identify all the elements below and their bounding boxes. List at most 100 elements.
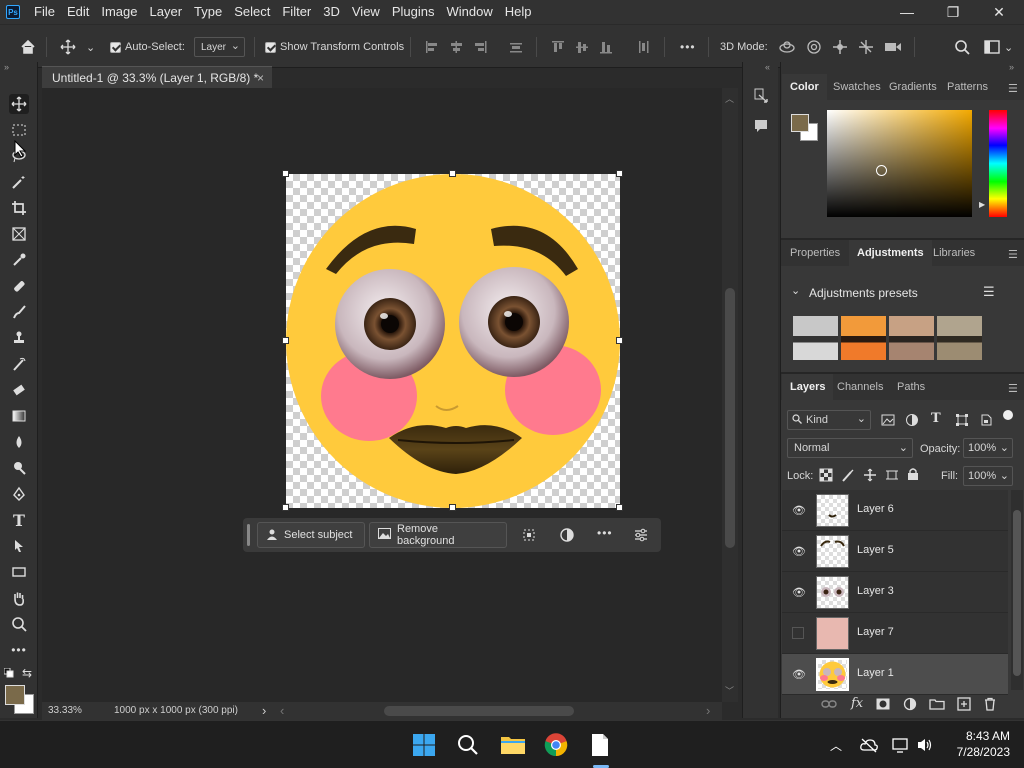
eye-icon[interactable]: 👁: [792, 504, 806, 517]
brush-tool-icon[interactable]: [9, 302, 29, 322]
comments-panel-icon[interactable]: [753, 118, 769, 137]
eraser-tool-icon[interactable]: [9, 380, 29, 400]
filter-smart-object-icon[interactable]: [979, 413, 993, 430]
menu-edit[interactable]: Edit: [61, 0, 95, 24]
align-left-icon[interactable]: [424, 39, 440, 55]
scroll-down-icon[interactable]: ﹀: [725, 684, 734, 697]
list-view-icon[interactable]: ☰: [983, 284, 995, 300]
align-center-icon[interactable]: [448, 39, 464, 55]
eye-icon[interactable]: 👁: [792, 668, 806, 681]
notepad-icon[interactable]: [590, 733, 612, 757]
document-info[interactable]: 1000 px x 1000 px (300 ppi): [114, 705, 238, 716]
layer-row-7[interactable]: Layer 7: [782, 613, 1008, 654]
panel-foreground-swatch[interactable]: [791, 114, 809, 132]
crop-tool-icon[interactable]: [9, 198, 29, 218]
layer-style-button[interactable]: fx: [851, 696, 863, 711]
transform-handle-tl[interactable]: [282, 170, 289, 177]
zoom-level[interactable]: 33.33%: [48, 705, 82, 716]
show-transform-checkbox[interactable]: Show Transform Controls: [265, 25, 404, 69]
preset-thumbnail-faded[interactable]: [889, 316, 934, 360]
workspace-icon[interactable]: [984, 39, 1000, 55]
auto-select-checkbox[interactable]: Auto-Select:: [110, 25, 185, 69]
blur-tool-icon[interactable]: [9, 432, 29, 452]
history-brush-tool-icon[interactable]: [9, 354, 29, 374]
color-field[interactable]: [827, 110, 972, 217]
menu-image[interactable]: Image: [95, 0, 143, 24]
menu-view[interactable]: View: [346, 0, 386, 24]
minimize-button[interactable]: —: [884, 0, 930, 24]
hue-slider[interactable]: [989, 110, 1007, 217]
preset-thumbnail-bw[interactable]: [793, 316, 838, 360]
link-layers-icon[interactable]: [821, 698, 837, 713]
layers-scrollbar[interactable]: [1011, 490, 1023, 690]
chevron-down-icon[interactable]: ⌄: [791, 284, 800, 297]
clock-time[interactable]: 8:43 AM: [946, 729, 1010, 743]
filter-toggle[interactable]: [1003, 410, 1013, 420]
blend-mode-dropdown[interactable]: Normal ⌄: [787, 438, 913, 458]
close-window-button[interactable]: ✕: [976, 0, 1022, 24]
menu-help[interactable]: Help: [499, 0, 538, 24]
tab-patterns[interactable]: Patterns: [939, 74, 996, 100]
drag-handle[interactable]: [247, 524, 250, 546]
menu-3d[interactable]: 3D: [317, 0, 346, 24]
layer-row-6[interactable]: 👁 Layer 6: [782, 490, 1008, 531]
bar-settings-icon[interactable]: [633, 527, 649, 546]
magic-wand-tool-icon[interactable]: [9, 172, 29, 192]
tab-gradients[interactable]: Gradients: [881, 74, 945, 100]
transform-handle-br[interactable]: [616, 504, 623, 511]
lock-transparent-icon[interactable]: [819, 468, 833, 485]
layer-name[interactable]: Layer 1: [857, 667, 894, 679]
edit-toolbar-icon[interactable]: •••: [9, 640, 29, 660]
hue-slider-thumb[interactable]: ▶: [979, 200, 985, 209]
document-tab[interactable]: Untitled-1 @ 33.3% (Layer 1, RGB/8) * ×: [42, 66, 272, 88]
transform-selection-icon[interactable]: [521, 527, 537, 546]
filter-adjustment-icon[interactable]: [905, 413, 919, 430]
adjustment-icon[interactable]: [559, 527, 575, 546]
swap-colors-icon[interactable]: ⇆: [22, 666, 32, 680]
windows-start-icon[interactable]: [412, 733, 436, 757]
fill-input[interactable]: 100% ⌄: [963, 466, 1013, 486]
tab-layers[interactable]: Layers: [782, 374, 834, 400]
transform-handle-ml[interactable]: [282, 337, 289, 344]
layers-scroll-thumb[interactable]: [1013, 510, 1021, 676]
transform-handle-mr[interactable]: [616, 337, 623, 344]
clock-date[interactable]: 7/28/2023: [946, 745, 1010, 759]
filter-shape-icon[interactable]: [955, 413, 969, 430]
tab-color[interactable]: Color: [782, 74, 827, 100]
preset-thumbnail-warm[interactable]: [841, 316, 886, 360]
new-adjustment-layer-icon[interactable]: [903, 697, 917, 714]
menu-select[interactable]: Select: [228, 0, 276, 24]
more-actions-button[interactable]: •••: [597, 526, 613, 540]
layer-row-3[interactable]: 👁 Layer 3: [782, 572, 1008, 613]
auto-select-dropdown[interactable]: Layer: [194, 37, 246, 57]
delete-layer-icon[interactable]: [983, 697, 997, 714]
layers-panel-menu-icon[interactable]: ☰: [1008, 382, 1018, 395]
network-icon[interactable]: [892, 737, 910, 756]
search-icon[interactable]: [954, 39, 970, 55]
scroll-left-icon[interactable]: ‹: [280, 703, 284, 718]
color-panel-menu-icon[interactable]: ☰: [1008, 82, 1018, 95]
eye-icon[interactable]: 👁: [792, 586, 806, 599]
move-tool-icon[interactable]: [9, 94, 29, 114]
transform-handle-tc[interactable]: [449, 170, 456, 177]
add-mask-icon[interactable]: [876, 698, 890, 713]
move-tool-icon[interactable]: [60, 39, 76, 55]
gradient-tool-icon[interactable]: [9, 406, 29, 426]
lock-artboard-icon[interactable]: [885, 468, 899, 485]
layer-name[interactable]: Layer 5: [857, 544, 894, 556]
visibility-toggle-off[interactable]: [792, 627, 804, 639]
restore-button[interactable]: ❐: [930, 0, 976, 24]
new-layer-icon[interactable]: [957, 697, 971, 714]
filter-type-icon[interactable]: T: [931, 411, 941, 426]
info-arrow-icon[interactable]: ›: [262, 703, 266, 718]
scroll-up-icon[interactable]: ︿: [725, 92, 734, 105]
menu-plugins[interactable]: Plugins: [386, 0, 441, 24]
cloud-offline-icon[interactable]: [860, 737, 878, 756]
vertical-scrollbar[interactable]: ︿ ﹀: [722, 88, 738, 702]
layer-name[interactable]: Layer 7: [857, 626, 894, 638]
frame-tool-icon[interactable]: [9, 224, 29, 244]
pen-tool-icon[interactable]: [9, 484, 29, 504]
layer-row-5[interactable]: 👁 Layer 5: [782, 531, 1008, 572]
close-tab-icon[interactable]: ×: [257, 71, 264, 85]
3d-slide-icon[interactable]: [858, 39, 874, 55]
